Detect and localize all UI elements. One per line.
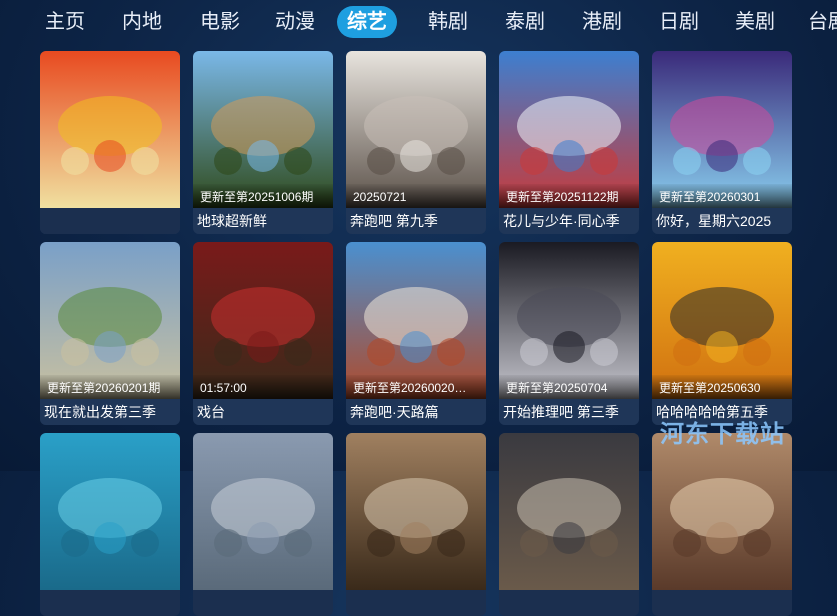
episode-badge: 更新至第20260201期: [40, 375, 180, 399]
show-card[interactable]: 更新至第20260301 你好，星期六2025: [652, 51, 792, 234]
tab-5[interactable]: 韩剧: [420, 6, 476, 38]
show-card[interactable]: 01:57:00 戏台: [193, 242, 333, 425]
episode-badge: 更新至第20250704: [499, 375, 639, 399]
show-card[interactable]: [499, 433, 639, 616]
show-card[interactable]: 更新至第20260201期 现在就出发第三季: [40, 242, 180, 425]
poster-image: [652, 433, 792, 590]
show-card[interactable]: 更新至第20251006期 地球超新鲜: [193, 51, 333, 234]
show-card[interactable]: 更新至第20260020… 奔跑吧·天路篇: [346, 242, 486, 425]
show-card[interactable]: 更新至第20250630 哈哈哈哈哈第五季: [652, 242, 792, 425]
show-card[interactable]: [40, 433, 180, 616]
poster-image: [193, 433, 333, 590]
tab-0[interactable]: 主页: [37, 6, 93, 38]
watermark: 河东下载站: [660, 421, 785, 448]
episode-badge: 更新至第20250630: [652, 375, 792, 399]
tab-1[interactable]: 内地: [114, 6, 170, 38]
show-card[interactable]: [193, 433, 333, 616]
episode-badge: 01:57:00: [193, 375, 333, 399]
tab-8[interactable]: 日剧: [651, 6, 707, 38]
episode-badge: 20250721: [346, 184, 486, 208]
show-title: 奔跑吧·天路篇: [346, 399, 486, 425]
show-title: 开始推理吧 第三季: [499, 399, 639, 425]
show-title: 花儿与少年·同心季: [499, 208, 639, 234]
poster-image: [499, 433, 639, 590]
show-card[interactable]: 更新至第20250704 开始推理吧 第三季: [499, 242, 639, 425]
show-title: 奔跑吧 第九季: [346, 208, 486, 234]
show-title: 现在就出发第三季: [40, 399, 180, 425]
show-title: 地球超新鲜: [193, 208, 333, 234]
tab-7[interactable]: 港剧: [574, 6, 630, 38]
show-title: 戏台: [193, 399, 333, 425]
show-card[interactable]: [40, 51, 180, 234]
show-card[interactable]: [652, 433, 792, 616]
poster-image: [346, 433, 486, 590]
poster-image: [40, 51, 180, 208]
tab-9[interactable]: 美剧: [727, 6, 783, 38]
episode-badge: 更新至第20251006期: [193, 184, 333, 208]
tab-2[interactable]: 电影: [192, 6, 248, 38]
show-title: 你好，星期六2025: [652, 208, 792, 234]
show-card[interactable]: [346, 433, 486, 616]
episode-badge: 更新至第20260301: [652, 184, 792, 208]
tab-3[interactable]: 动漫: [267, 6, 323, 38]
tab-6[interactable]: 泰剧: [497, 6, 553, 38]
poster-image: [40, 433, 180, 590]
tab-4[interactable]: 综艺: [337, 6, 397, 38]
tab-10[interactable]: 台剧: [800, 6, 837, 38]
category-tab-bar: 主页内地电影动漫综艺韩剧泰剧港剧日剧美剧台剧: [0, 0, 837, 44]
episode-badge: 更新至第20251122期: [499, 184, 639, 208]
show-card[interactable]: 更新至第20251122期 花儿与少年·同心季: [499, 51, 639, 234]
show-card[interactable]: 20250721 奔跑吧 第九季: [346, 51, 486, 234]
episode-badge: 更新至第20260020…: [346, 375, 486, 399]
